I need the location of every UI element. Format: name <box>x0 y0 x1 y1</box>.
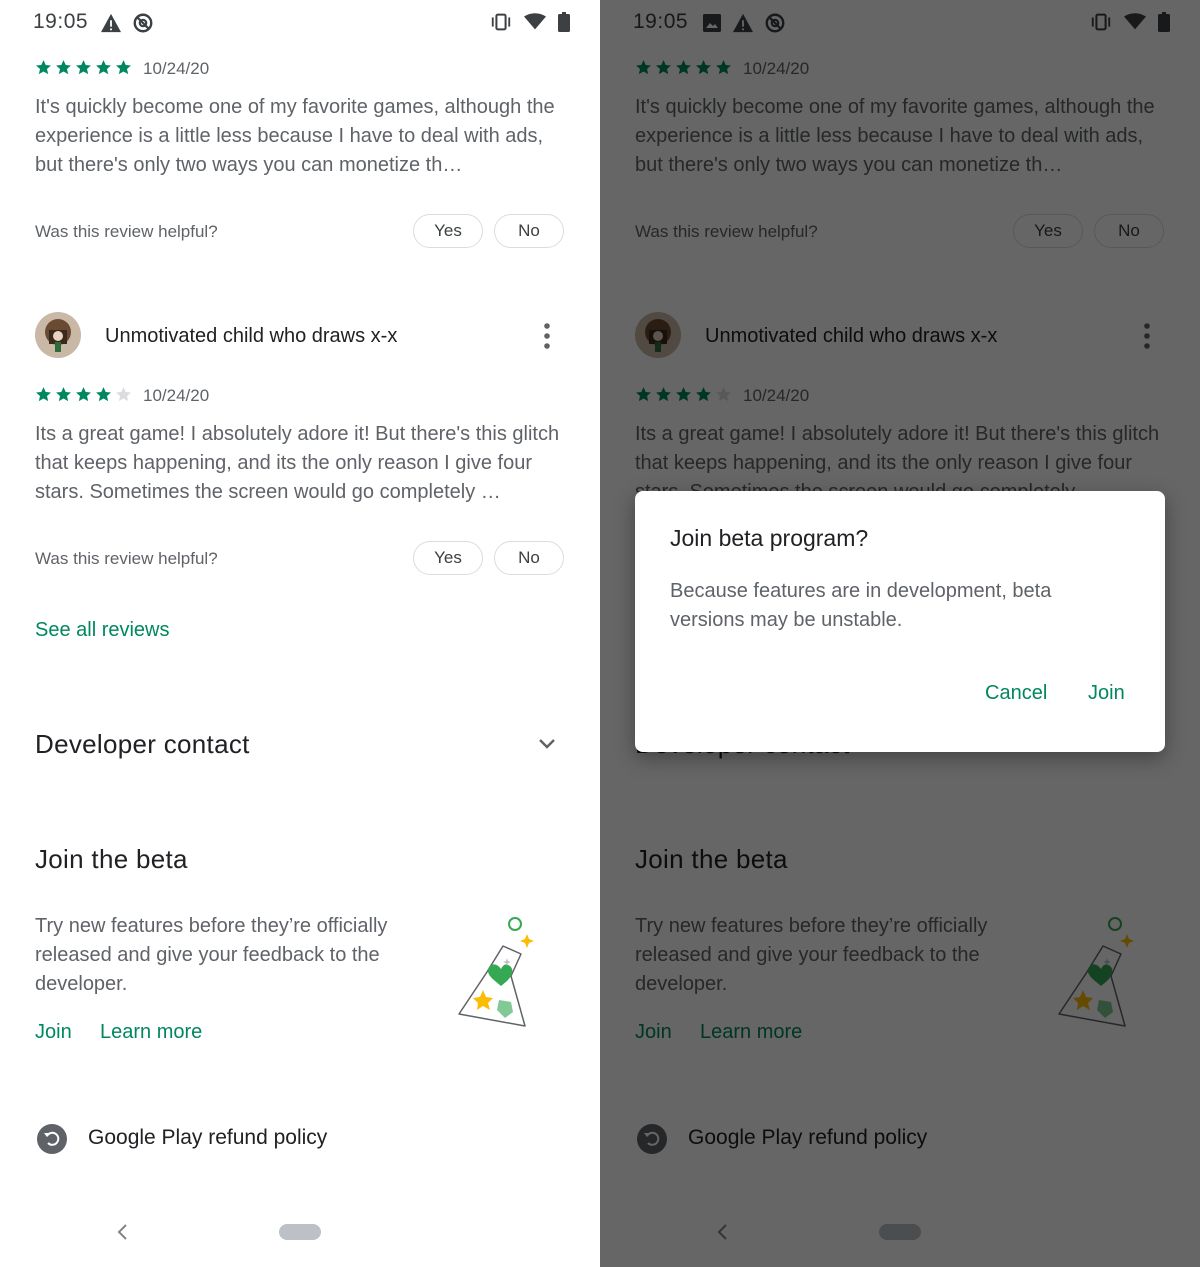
status-time: 19:05 <box>33 10 89 33</box>
refund-icon <box>37 1124 67 1159</box>
helpful-no-button[interactable]: No <box>494 214 564 248</box>
refund-policy-link[interactable]: Google Play refund policy <box>88 1126 327 1150</box>
review-date: 10/24/20 <box>143 386 210 405</box>
review-text[interactable]: Its a great game! I absolutely adore it!… <box>35 420 570 507</box>
avatar <box>35 312 81 358</box>
star-icon <box>56 60 71 75</box>
review-rating <box>35 386 132 403</box>
star-icon <box>36 387 51 402</box>
see-all-reviews-link[interactable]: See all reviews <box>35 619 170 642</box>
star-icon <box>56 387 71 402</box>
star-icon <box>96 387 111 402</box>
wifi-icon <box>524 13 546 30</box>
home-pill[interactable] <box>279 1224 321 1240</box>
play-store-screen-with-dialog: 19:05 10/24/20 It's quickly become one o… <box>600 0 1200 1267</box>
warning-icon <box>101 13 121 33</box>
chevron-down-icon[interactable] <box>537 734 557 759</box>
helpful-yes-button[interactable]: Yes <box>413 541 483 575</box>
helpful-prompt: Was this review helpful? <box>35 222 218 241</box>
dialog-join-button[interactable]: Join <box>1088 682 1125 705</box>
star-empty-icon <box>116 387 131 402</box>
vibrate-icon <box>491 13 511 31</box>
beta-flask-illustration <box>455 914 540 1044</box>
beta-learn-more-link[interactable]: Learn more <box>100 1021 202 1044</box>
review-rating <box>35 59 132 76</box>
review-text[interactable]: It's quickly become one of my favorite g… <box>35 93 570 180</box>
back-icon[interactable] <box>115 1222 129 1247</box>
battery-icon <box>558 12 570 32</box>
helpful-prompt: Was this review helpful? <box>35 549 218 568</box>
beta-description: Try new features before they’re official… <box>35 915 388 995</box>
dialog-cancel-button[interactable]: Cancel <box>985 682 1047 705</box>
star-icon <box>76 387 91 402</box>
developer-contact-title[interactable]: Developer contact <box>35 729 250 760</box>
review-date: 10/24/20 <box>143 59 210 78</box>
star-icon <box>96 60 111 75</box>
play-store-screen: 19:05 10/24/20 It's quickly become one o… <box>0 0 600 1267</box>
dialog-title: Join beta program? <box>670 525 869 551</box>
more-vert-icon[interactable] <box>537 322 557 350</box>
star-icon <box>116 60 131 75</box>
join-beta-dialog: Join beta program? Because features are … <box>635 491 1165 752</box>
sync-disabled-icon <box>133 13 153 33</box>
dialog-body: Because features are in development, bet… <box>670 580 1052 631</box>
beta-title: Join the beta <box>35 844 188 874</box>
helpful-yes-button[interactable]: Yes <box>413 214 483 248</box>
reviewer-name: Unmotivated child who draws x-x <box>105 325 398 347</box>
star-icon <box>36 60 51 75</box>
helpful-no-button[interactable]: No <box>494 541 564 575</box>
beta-join-link[interactable]: Join <box>35 1021 72 1044</box>
star-icon <box>76 60 91 75</box>
